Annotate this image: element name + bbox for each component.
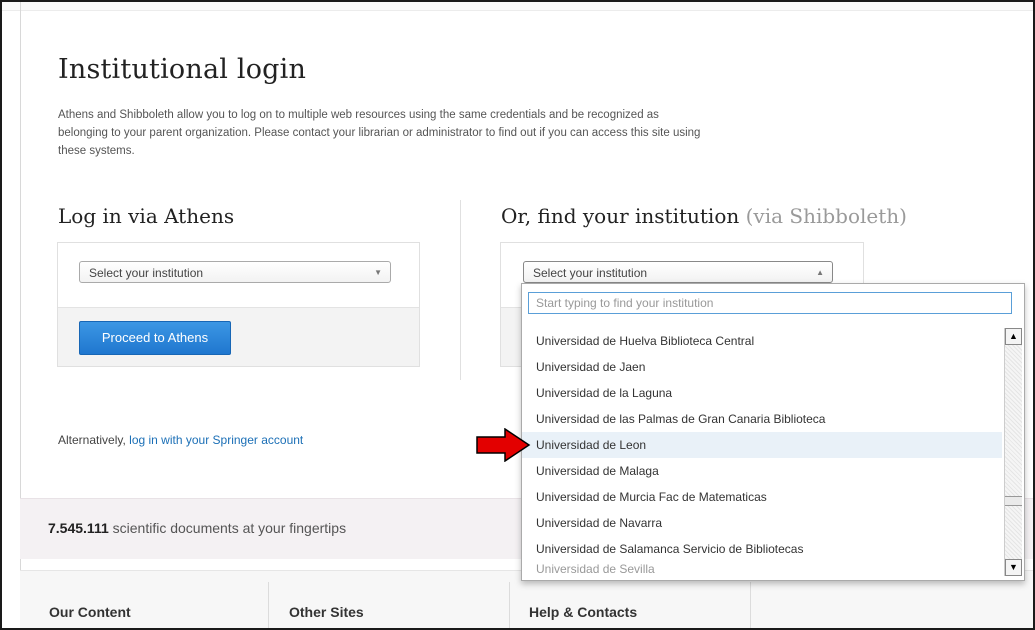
alternative-login: Alternatively, log in with your Springer… (58, 433, 303, 447)
institution-dropdown: Start typing to find your institution Un… (521, 283, 1025, 581)
athens-institution-select[interactable]: Select your institution ▼ (79, 261, 391, 283)
athens-select-value: Select your institution (89, 266, 204, 280)
shibboleth-select-value: Select your institution (533, 266, 648, 280)
column-divider (460, 200, 461, 380)
browser-viewport: Institutional login Athens and Shibbolet… (0, 0, 1035, 630)
footer-separator (268, 582, 269, 628)
institution-option[interactable]: Universidad de Jaen (522, 354, 1002, 380)
proceed-to-athens-button[interactable]: Proceed to Athens (79, 321, 231, 355)
institution-option[interactable]: Universidad de Salamanca Servicio de Bib… (522, 536, 1002, 562)
institution-option-highlighted[interactable]: Universidad de Leon (522, 432, 1002, 458)
red-arrow-icon (476, 428, 531, 462)
institution-options-list: Universidad de Huelva Biblioteca Central… (522, 328, 1002, 576)
intro-text: Athens and Shibboleth allow you to log o… (58, 109, 701, 157)
institution-option[interactable]: Universidad de Sevilla (522, 562, 1002, 576)
scroll-up-icon[interactable]: ▲ (1005, 328, 1022, 345)
stats-line: 7.545.111 scientific documents at your f… (48, 520, 346, 536)
top-strip (2, 2, 1033, 11)
footer-separator (750, 582, 751, 628)
alternative-prefix: Alternatively, (58, 433, 126, 447)
footer-other-sites[interactable]: Other Sites (289, 604, 364, 620)
institution-option[interactable]: Universidad de la Laguna (522, 380, 1002, 406)
athens-heading: Log in via Athens (58, 204, 235, 228)
caret-down-icon: ▼ (374, 268, 382, 277)
athens-panel: Select your institution ▼ Proceed to Ath… (57, 242, 420, 367)
scroll-thumb[interactable] (1005, 496, 1022, 506)
institution-option[interactable]: Universidad de las Palmas de Gran Canari… (522, 406, 1002, 432)
institution-option[interactable]: Universidad de Malaga (522, 458, 1002, 484)
footer-our-content[interactable]: Our Content (49, 604, 131, 620)
institution-option[interactable]: Universidad de Huelva Biblioteca Central (522, 328, 1002, 354)
document-count: 7.545.111 (48, 520, 109, 536)
footer-help-contacts[interactable]: Help & Contacts (529, 604, 637, 620)
shibboleth-heading-main: Or, find your institution (501, 204, 740, 228)
shibboleth-institution-select[interactable]: Select your institution ▲ (523, 261, 833, 283)
footer-separator (509, 582, 510, 628)
dropdown-scrollbar[interactable]: ▲ ▼ (1004, 328, 1022, 576)
scroll-down-icon[interactable]: ▼ (1005, 559, 1022, 576)
shibboleth-heading-suffix: (via Shibboleth) (745, 204, 907, 228)
springer-login-link[interactable]: log in with your Springer account (129, 433, 303, 447)
institution-option[interactable]: Universidad de Murcia Fac de Matematicas (522, 484, 1002, 510)
shibboleth-heading: Or, find your institution (via Shibbolet… (501, 204, 907, 228)
stats-text: scientific documents at your fingertips (112, 520, 347, 536)
institution-search-input[interactable]: Start typing to find your institution (528, 292, 1012, 314)
institution-option[interactable]: Universidad de Navarra (522, 510, 1002, 536)
caret-up-icon: ▲ (816, 268, 824, 277)
page-title: Institutional login (58, 54, 307, 85)
